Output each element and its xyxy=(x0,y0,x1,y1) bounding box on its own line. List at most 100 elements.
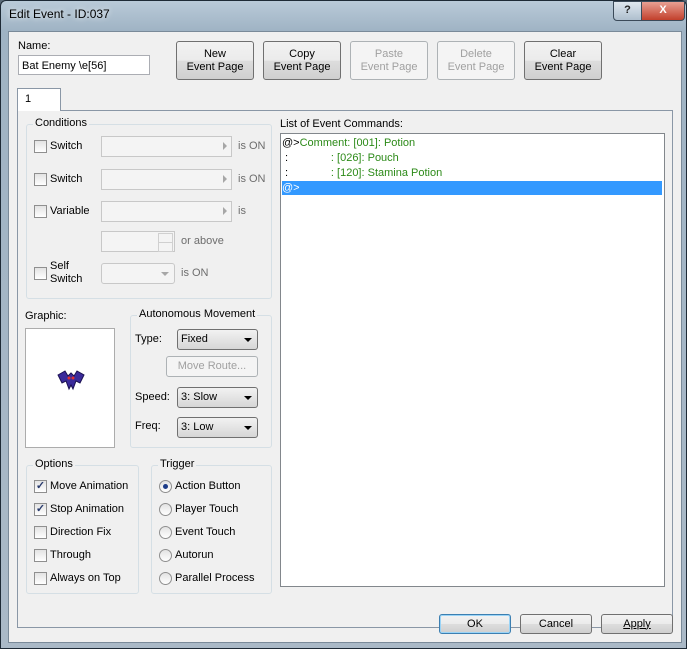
chevron-down-icon xyxy=(244,426,252,430)
variable-checkbox[interactable] xyxy=(34,205,47,218)
clear-event-page-button[interactable]: Clear Event Page xyxy=(524,41,602,80)
event-commands-label: List of Event Commands: xyxy=(280,118,403,130)
help-button[interactable]: ? xyxy=(613,1,642,21)
command-prefix: @> xyxy=(282,182,300,194)
tab-page-1[interactable]: 1 xyxy=(17,88,61,111)
radio-dot-icon xyxy=(163,484,168,489)
switch1-label: Switch xyxy=(50,140,83,152)
command-row[interactable]: : : [026]: Pouch xyxy=(282,151,399,165)
trigger-label: Parallel Process xyxy=(175,572,255,584)
cancel-button[interactable]: Cancel xyxy=(520,614,592,634)
command-text: Comment: [001]: Potion xyxy=(299,137,416,149)
speed-label: Speed: xyxy=(135,391,170,403)
chevron-right-icon xyxy=(223,142,227,150)
name-label: Name: xyxy=(18,40,51,52)
new-button-line1: New xyxy=(203,47,226,60)
type-dropdown[interactable]: Fixed xyxy=(177,329,258,350)
variable-selector[interactable] xyxy=(101,201,232,222)
move-route-button[interactable]: Move Route... xyxy=(166,356,258,377)
switch2-label: Switch xyxy=(50,173,83,185)
conditions-title: Conditions xyxy=(33,117,89,129)
trigger-label: Action Button xyxy=(175,480,241,492)
chevron-down-icon xyxy=(244,338,252,342)
trigger-title: Trigger xyxy=(158,458,197,470)
trigger-radio[interactable] xyxy=(159,526,172,539)
option-label: Stop Animation xyxy=(50,503,124,515)
option-checkbox[interactable] xyxy=(34,549,47,562)
freq-label: Freq: xyxy=(135,420,161,432)
delete-button-line1: Delete xyxy=(460,47,492,60)
type-value: Fixed xyxy=(181,333,208,345)
trigger-label: Event Touch xyxy=(175,526,236,538)
paste-button-line2: Event Page xyxy=(360,60,418,73)
self-switch-suffix: is ON xyxy=(181,267,209,279)
option-label: Direction Fix xyxy=(50,526,112,538)
copy-button-line2: Event Page xyxy=(273,60,331,73)
copy-button-line1: Copy xyxy=(289,47,315,60)
ok-button[interactable]: OK xyxy=(439,614,511,634)
paste-event-page-button[interactable]: Paste Event Page xyxy=(350,41,428,80)
options-title: Options xyxy=(33,458,75,470)
freq-dropdown[interactable]: 3: Low xyxy=(177,417,258,438)
new-event-page-button[interactable]: New Event Page xyxy=(176,41,254,80)
command-row[interactable]: : : [120]: Stamina Potion xyxy=(282,166,442,180)
spin-down-icon[interactable] xyxy=(158,242,173,252)
variable-suffix: is xyxy=(238,205,246,217)
trigger-radio[interactable] xyxy=(159,480,172,493)
graphic-preview[interactable] xyxy=(25,328,115,448)
command-text: : [026]: Pouch xyxy=(288,152,399,164)
close-button[interactable]: X xyxy=(641,1,685,21)
self-switch-label-2: Switch xyxy=(50,273,83,285)
command-prefix: @> xyxy=(282,137,300,149)
trigger-radio[interactable] xyxy=(159,572,172,585)
self-switch-label-1: Self xyxy=(50,260,69,272)
delete-event-page-button[interactable]: Delete Event Page xyxy=(437,41,515,80)
trigger-label: Autorun xyxy=(175,549,214,561)
switch1-selector[interactable] xyxy=(101,136,232,157)
command-row[interactable]: @>Comment: [001]: Potion xyxy=(282,136,415,150)
variable-value-spinner[interactable] xyxy=(101,231,175,252)
bat-sprite-icon xyxy=(57,370,85,391)
type-label: Type: xyxy=(135,333,162,345)
switch1-suffix: is ON xyxy=(238,140,266,152)
event-commands-list[interactable]: @>Comment: [001]: Potion : : [026]: Pouc… xyxy=(280,133,665,587)
clear-button-line2: Event Page xyxy=(534,60,592,73)
new-button-line2: Event Page xyxy=(186,60,244,73)
option-label: Move Animation xyxy=(50,480,129,492)
graphic-label: Graphic: xyxy=(25,310,67,322)
option-checkbox[interactable]: ✓ xyxy=(34,480,47,493)
variable-above-label: or above xyxy=(181,235,224,247)
switch2-selector[interactable] xyxy=(101,169,232,190)
trigger-radio[interactable] xyxy=(159,503,172,516)
window-title: Edit Event - ID:037 xyxy=(9,7,110,21)
copy-event-page-button[interactable]: Copy Event Page xyxy=(263,41,341,80)
edit-event-window: Edit Event - ID:037 ? X Name: Bat Enemy … xyxy=(0,0,687,649)
trigger-label: Player Touch xyxy=(175,503,239,515)
variable-label: Variable xyxy=(50,205,90,217)
self-switch-checkbox[interactable] xyxy=(34,267,47,280)
name-input[interactable]: Bat Enemy \e[56] xyxy=(18,55,150,75)
chevron-right-icon xyxy=(223,175,227,183)
self-switch-dropdown[interactable] xyxy=(101,263,175,284)
clear-button-line1: Clear xyxy=(549,47,577,60)
switch2-suffix: is ON xyxy=(238,173,266,185)
speed-value: 3: Slow xyxy=(181,391,218,403)
command-text: : [120]: Stamina Potion xyxy=(288,167,443,179)
chevron-down-icon xyxy=(161,272,169,276)
apply-button[interactable]: Apply xyxy=(601,614,673,634)
command-row[interactable]: @> xyxy=(281,180,663,196)
switch1-checkbox[interactable] xyxy=(34,140,47,153)
option-checkbox[interactable] xyxy=(34,572,47,585)
trigger-radio[interactable] xyxy=(159,549,172,562)
paste-button-line1: Paste xyxy=(374,47,404,60)
option-checkbox[interactable] xyxy=(34,526,47,539)
option-label: Through xyxy=(50,549,91,561)
delete-button-line2: Event Page xyxy=(447,60,505,73)
movement-title: Autonomous Movement xyxy=(137,308,258,320)
speed-dropdown[interactable]: 3: Slow xyxy=(177,387,258,408)
option-label: Always on Top xyxy=(50,572,121,584)
switch2-checkbox[interactable] xyxy=(34,173,47,186)
dialog-client: Name: Bat Enemy \e[56] New Event Page Cop… xyxy=(8,31,682,643)
option-checkbox[interactable]: ✓ xyxy=(34,503,47,516)
title-bar: Edit Event - ID:037 ? X xyxy=(1,1,686,27)
